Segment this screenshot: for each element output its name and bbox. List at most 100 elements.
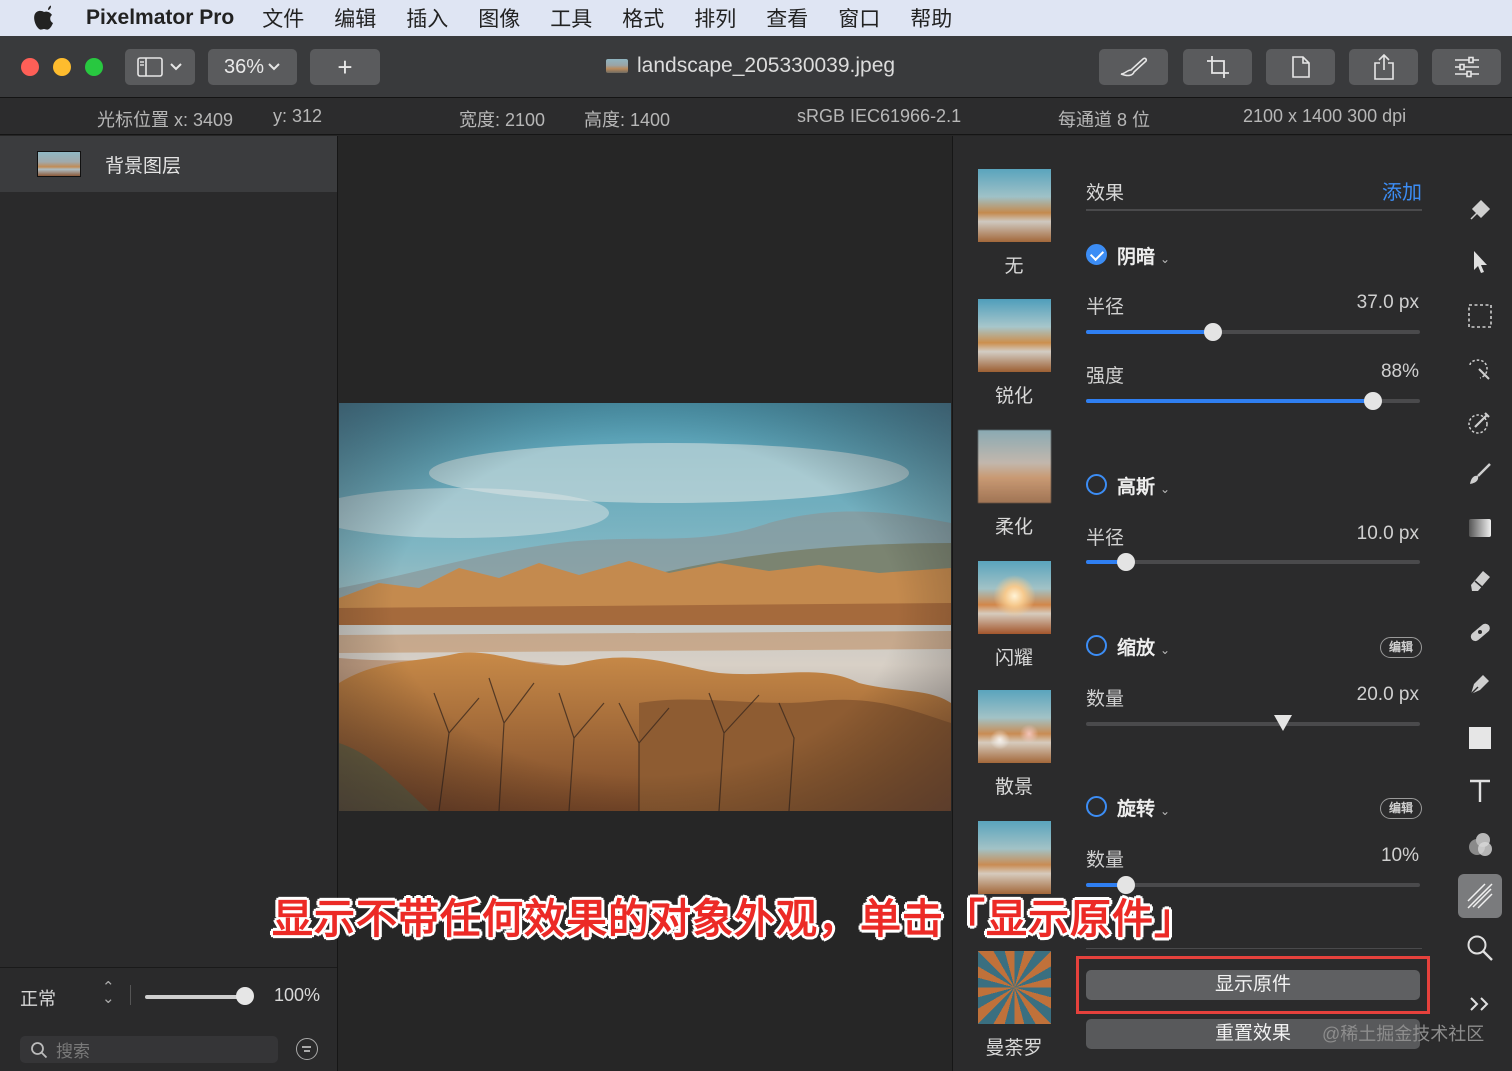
add-button[interactable]: + xyxy=(310,49,380,85)
effect-twirl-checkbox[interactable] xyxy=(1086,796,1107,817)
document-title: landscape_205330039.jpeg xyxy=(606,54,895,78)
brush-edit-button[interactable] xyxy=(1099,49,1168,85)
param-slider[interactable] xyxy=(1086,392,1420,410)
highlight-box xyxy=(1076,956,1430,1014)
preset-none-label[interactable]: 无 xyxy=(953,251,1075,278)
param-slider[interactable] xyxy=(1086,323,1420,341)
opacity-slider-knob[interactable] xyxy=(236,987,254,1005)
preset-mandala-thumbnail[interactable] xyxy=(978,951,1051,1024)
menu-arrange[interactable]: 排列 xyxy=(694,3,736,33)
param-value[interactable]: 20.0 px xyxy=(1357,684,1419,706)
gradient-icon[interactable] xyxy=(1464,512,1496,544)
paint-brush-icon[interactable] xyxy=(1464,458,1496,490)
effect-twirl-name[interactable]: 旋转 ⌄ xyxy=(1117,794,1170,821)
color-profile-readout: sRGB IEC61966-2.1 xyxy=(797,106,962,126)
preset-sharpen-thumbnail[interactable] xyxy=(978,299,1051,372)
effect-gaussian-checkbox[interactable] xyxy=(1086,474,1107,495)
preset-none-thumbnail[interactable] xyxy=(978,169,1051,242)
param-value[interactable]: 10% xyxy=(1381,845,1419,867)
more-icon[interactable] xyxy=(1464,988,1496,1020)
effect-twirl-label: 旋转 xyxy=(1117,799,1156,820)
layers-search-input[interactable]: 搜索 xyxy=(20,1036,278,1063)
menu-format[interactable]: 格式 xyxy=(622,3,664,33)
preset-bokeh-thumbnail[interactable] xyxy=(978,690,1051,763)
repair-icon[interactable] xyxy=(1464,616,1496,648)
preset-thumbnail[interactable] xyxy=(978,821,1051,894)
menu-help[interactable]: 帮助 xyxy=(910,3,952,33)
menu-image[interactable]: 图像 xyxy=(478,3,520,33)
effects-header: 效果 xyxy=(1086,183,1125,204)
param-slider[interactable] xyxy=(1086,553,1420,571)
sidebar-toggle-button[interactable] xyxy=(125,49,195,85)
menu-tools[interactable]: 工具 xyxy=(550,3,592,33)
preset-glow-label[interactable]: 闪耀 xyxy=(953,643,1075,670)
arrange-icon[interactable] xyxy=(1464,246,1496,278)
opacity-slider[interactable] xyxy=(145,995,245,999)
param-value[interactable]: 37.0 px xyxy=(1357,292,1419,314)
close-window-button[interactable] xyxy=(21,58,39,76)
shape-icon[interactable] xyxy=(1464,722,1496,754)
type-icon[interactable] xyxy=(1464,774,1496,806)
preset-soften-thumbnail[interactable] xyxy=(978,430,1051,503)
document-icon xyxy=(1291,56,1310,78)
effect-vignette-checkbox[interactable] xyxy=(1086,244,1107,265)
effect-vignette-label: 阴暗 xyxy=(1117,247,1156,268)
pen-icon[interactable] xyxy=(1464,668,1496,700)
chevron-down-icon xyxy=(268,63,280,71)
zoom-icon[interactable] xyxy=(1464,932,1496,964)
document-button[interactable] xyxy=(1266,49,1335,85)
filter-icon[interactable] xyxy=(296,1038,318,1060)
effects-icon[interactable] xyxy=(1458,874,1502,918)
magic-select-icon[interactable] xyxy=(1464,354,1496,386)
selection-icon[interactable] xyxy=(1464,300,1496,332)
slider-knob[interactable] xyxy=(1117,553,1136,571)
add-effect-button[interactable]: 添加 xyxy=(1382,176,1422,205)
color-adjust-icon[interactable] xyxy=(1464,828,1496,860)
blend-mode-select[interactable]: 正常 xyxy=(20,985,56,1011)
effect-zoom-checkbox[interactable] xyxy=(1086,635,1107,656)
apple-icon[interactable] xyxy=(26,0,62,36)
menu-file[interactable]: 文件 xyxy=(262,3,304,33)
minimize-window-button[interactable] xyxy=(53,58,71,76)
adjust-button[interactable] xyxy=(1432,49,1501,85)
style-icon[interactable] xyxy=(1464,194,1496,226)
zoom-dropdown[interactable]: 36% xyxy=(208,49,297,85)
preset-bokeh-label[interactable]: 散景 xyxy=(953,772,1075,799)
share-button[interactable] xyxy=(1349,49,1418,85)
param-value[interactable]: 88% xyxy=(1381,361,1419,383)
param-label: 强度 xyxy=(1086,366,1125,387)
param-label: 半径 xyxy=(1086,528,1125,549)
crop-button[interactable] xyxy=(1183,49,1252,85)
eraser-icon[interactable] xyxy=(1464,564,1496,596)
param-slider[interactable] xyxy=(1086,715,1420,731)
search-placeholder: 搜索 xyxy=(56,1042,90,1061)
app-name-menu[interactable]: Pixelmator Pro xyxy=(86,6,234,30)
tools-sidebar xyxy=(1448,136,1512,1071)
preset-mandala-label[interactable]: 曼荼罗 xyxy=(953,1033,1075,1060)
layer-row[interactable]: 背景图层 xyxy=(0,136,337,192)
slider-knob[interactable] xyxy=(1203,323,1222,341)
menu-edit[interactable]: 编辑 xyxy=(334,3,376,33)
menu-window[interactable]: 窗口 xyxy=(838,3,880,33)
landscape-photo[interactable] xyxy=(339,403,951,811)
menu-insert[interactable]: 插入 xyxy=(406,3,448,33)
cursor-y-readout: y: 312 xyxy=(273,106,323,126)
edit-button[interactable]: 编辑 xyxy=(1380,637,1422,658)
slider-knob[interactable] xyxy=(1364,392,1383,410)
preset-soften-label[interactable]: 柔化 xyxy=(953,512,1075,539)
zoom-window-button[interactable] xyxy=(85,58,103,76)
edit-button[interactable]: 编辑 xyxy=(1380,798,1422,819)
param-value[interactable]: 10.0 px xyxy=(1357,523,1419,545)
preset-glow-thumbnail[interactable] xyxy=(978,561,1051,634)
param-label: 数量 xyxy=(1086,689,1125,710)
updown-chevron-icon[interactable]: ⌃ ⌄ xyxy=(102,980,115,1006)
effect-zoom-name[interactable]: 缩放 ⌄ xyxy=(1117,633,1170,660)
effect-vignette-name[interactable]: 阴暗 ⌄ xyxy=(1117,242,1170,269)
effect-gaussian-name[interactable]: 高斯 ⌄ xyxy=(1117,472,1170,499)
slider-knob[interactable] xyxy=(1274,715,1293,731)
color-picker-icon[interactable] xyxy=(1464,406,1496,438)
layer-name: 背景图层 xyxy=(105,155,182,177)
menu-view[interactable]: 查看 xyxy=(766,3,808,33)
preset-sharpen-label[interactable]: 锐化 xyxy=(953,381,1075,408)
tutorial-annotation: 显示不带任何效果的对象外观，单击「显示原件」 xyxy=(272,896,1196,942)
